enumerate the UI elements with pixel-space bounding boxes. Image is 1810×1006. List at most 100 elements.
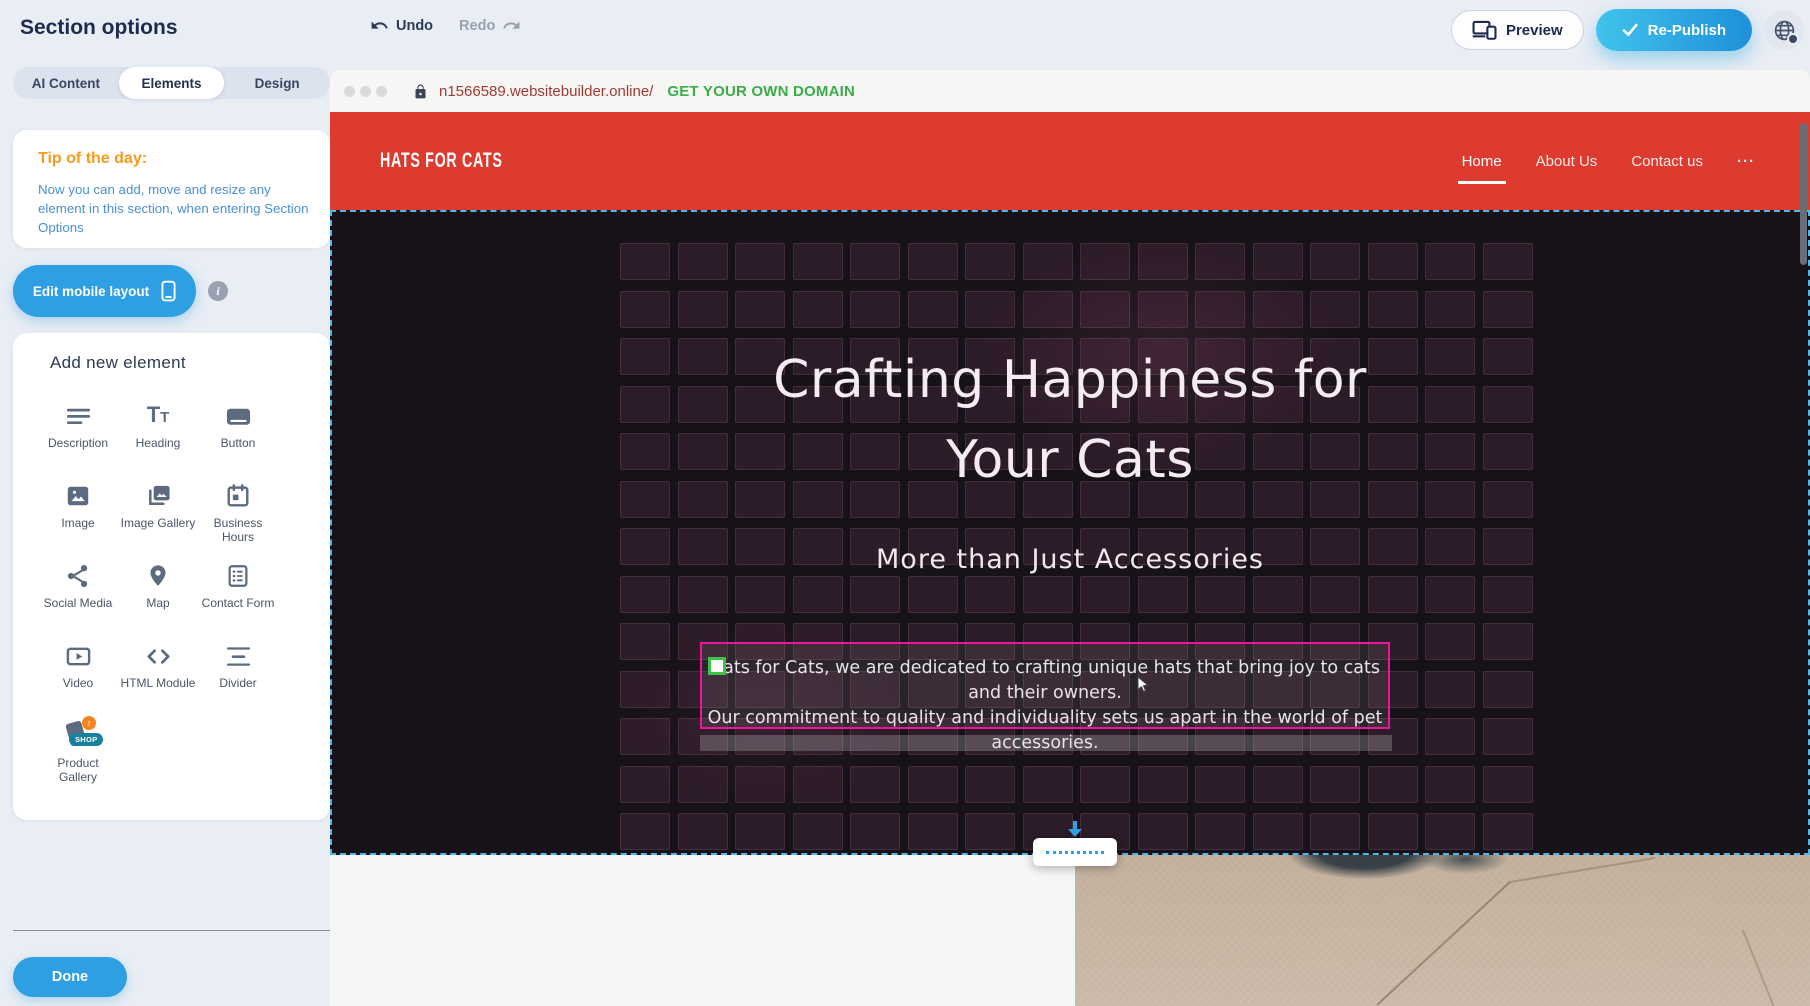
nav-home[interactable]: Home (1462, 153, 1502, 170)
add-element-social-media[interactable]: Social Media (38, 555, 118, 635)
element-label: Contact Form (202, 596, 275, 610)
republish-label: Re-Publish (1648, 22, 1726, 39)
republish-button[interactable]: Re-Publish (1596, 9, 1752, 51)
business-hours-icon (225, 481, 251, 511)
scrollbar-thumb[interactable] (1800, 123, 1807, 265)
tab-elements[interactable]: Elements (119, 67, 225, 99)
element-label: Video (63, 676, 93, 690)
site-header: HATS FOR CATS Home About Us Contact us ·… (330, 112, 1810, 210)
lock-icon (413, 83, 428, 100)
preview-button[interactable]: Preview (1451, 10, 1584, 50)
add-element-grid: Description TT Heading Button Ima (38, 395, 278, 795)
browser-dot (344, 86, 355, 97)
notification-dot (1787, 33, 1799, 45)
topbar: Section options Undo Redo (0, 0, 1810, 60)
tip-body: Now you can add, move and resize any ele… (38, 180, 310, 237)
add-element-video[interactable]: Video (38, 635, 118, 715)
preview-label: Preview (1506, 22, 1563, 39)
element-label: Social Media (44, 596, 113, 610)
page-title: Section options (20, 16, 178, 40)
edit-mobile-label: Edit mobile layout (33, 284, 149, 299)
hero-subheading[interactable]: More than Just Accessories (332, 544, 1808, 575)
site-logo[interactable]: HATS FOR CATS (380, 149, 503, 173)
tab-design[interactable]: Design (224, 67, 330, 99)
redo-icon (502, 16, 521, 35)
add-element-product-gallery[interactable]: ↑ SHOP Product Gallery (38, 715, 118, 795)
redo-label: Redo (459, 18, 495, 34)
hero-body-line: Our commitment to quality and individual… (702, 706, 1388, 756)
add-element-button[interactable]: Button (198, 395, 278, 475)
element-label: Description (48, 436, 108, 450)
browser-dot (376, 86, 387, 97)
element-label: Button (221, 436, 256, 450)
element-label: Image (61, 516, 94, 530)
info-icon[interactable]: i (208, 281, 228, 301)
add-element-image[interactable]: Image (38, 475, 118, 555)
element-label: Heading (136, 436, 181, 450)
shop-badge: SHOP (69, 733, 103, 746)
check-icon (1622, 23, 1638, 37)
element-label: Business Hours (198, 516, 278, 544)
add-element-business-hours[interactable]: Business Hours (198, 475, 278, 555)
element-label: Image Gallery (121, 516, 196, 530)
edit-mobile-layout-button[interactable]: Edit mobile layout (13, 265, 196, 317)
undo-label: Undo (396, 18, 433, 34)
sidebar: AI Content Elements Design Tip of the da… (0, 60, 350, 1006)
upgrade-badge-icon: ↑ (82, 716, 96, 730)
mouse-cursor (1137, 676, 1150, 694)
add-element-map[interactable]: Map (118, 555, 198, 635)
selected-text-element[interactable]: Hats for Cats, we are dedicated to craft… (700, 642, 1390, 729)
element-drag-handle[interactable] (708, 657, 726, 675)
add-element-description[interactable]: Description (38, 395, 118, 475)
nav-about-us[interactable]: About Us (1536, 153, 1598, 170)
topbar-actions: Preview Re-Publish (1451, 9, 1804, 51)
add-element-heading[interactable]: TT Heading (118, 395, 198, 475)
add-element-contact-form[interactable]: Contact Form (198, 555, 278, 635)
undo-button[interactable]: Undo (370, 16, 433, 35)
divider-icon (225, 641, 252, 671)
element-label: HTML Module (121, 676, 196, 690)
contact-form-icon (225, 561, 251, 591)
language-globe-button[interactable] (1764, 10, 1804, 50)
add-element-html-module[interactable]: HTML Module (118, 635, 198, 715)
social-media-icon (65, 561, 91, 591)
add-element-divider[interactable]: Divider (198, 635, 278, 715)
map-pin-icon (145, 561, 171, 591)
element-label: Divider (219, 676, 256, 690)
add-element-image-gallery[interactable]: Image Gallery (118, 475, 198, 555)
tab-ai-content[interactable]: AI Content (13, 67, 119, 99)
panel-tabs: AI Content Elements Design (13, 67, 330, 99)
image-gallery-icon (145, 481, 172, 511)
sidebar-divider (13, 930, 337, 931)
product-gallery-icon: ↑ SHOP (60, 721, 96, 751)
section-resize-handle[interactable] (1033, 838, 1117, 866)
element-label: Product Gallery (38, 756, 118, 784)
undo-redo-group: Undo Redo (370, 16, 521, 35)
heading-icon: TT (147, 401, 170, 431)
pavement-photo (1075, 855, 1810, 1006)
video-icon (65, 641, 92, 671)
next-section[interactable] (330, 855, 1810, 1006)
resize-dotted-line (1046, 851, 1104, 854)
redo-button[interactable]: Redo (459, 16, 521, 35)
nav-more-icon[interactable]: ··· (1737, 153, 1755, 170)
tip-of-the-day-card: Tip of the day: Now you can add, move an… (13, 130, 330, 248)
devices-icon (1472, 20, 1497, 40)
nav-contact-us[interactable]: Contact us (1631, 153, 1703, 170)
site-url[interactable]: n1566589.websitebuilder.online/ (439, 83, 653, 100)
phone-icon (161, 280, 176, 302)
cat-shadow (1075, 855, 1810, 1006)
get-domain-link[interactable]: GET YOUR OWN DOMAIN (667, 83, 855, 100)
hero-section-selected[interactable]: Crafting Happiness for Your Cats More th… (330, 210, 1810, 855)
code-icon (145, 641, 172, 671)
section-options-editor: Section options Undo Redo (0, 0, 1810, 1006)
add-element-title: Add new element (50, 353, 186, 373)
done-button[interactable]: Done (13, 957, 127, 997)
hero-body-line: Hats for Cats, we are dedicated to craft… (702, 656, 1388, 706)
hero-heading[interactable]: Crafting Happiness for Your Cats (720, 340, 1420, 500)
element-label: Map (146, 596, 169, 610)
undo-icon (370, 16, 389, 35)
tip-title: Tip of the day: (38, 150, 147, 168)
site-nav: Home About Us Contact us ··· (1462, 112, 1755, 210)
browser-dot (360, 86, 371, 97)
